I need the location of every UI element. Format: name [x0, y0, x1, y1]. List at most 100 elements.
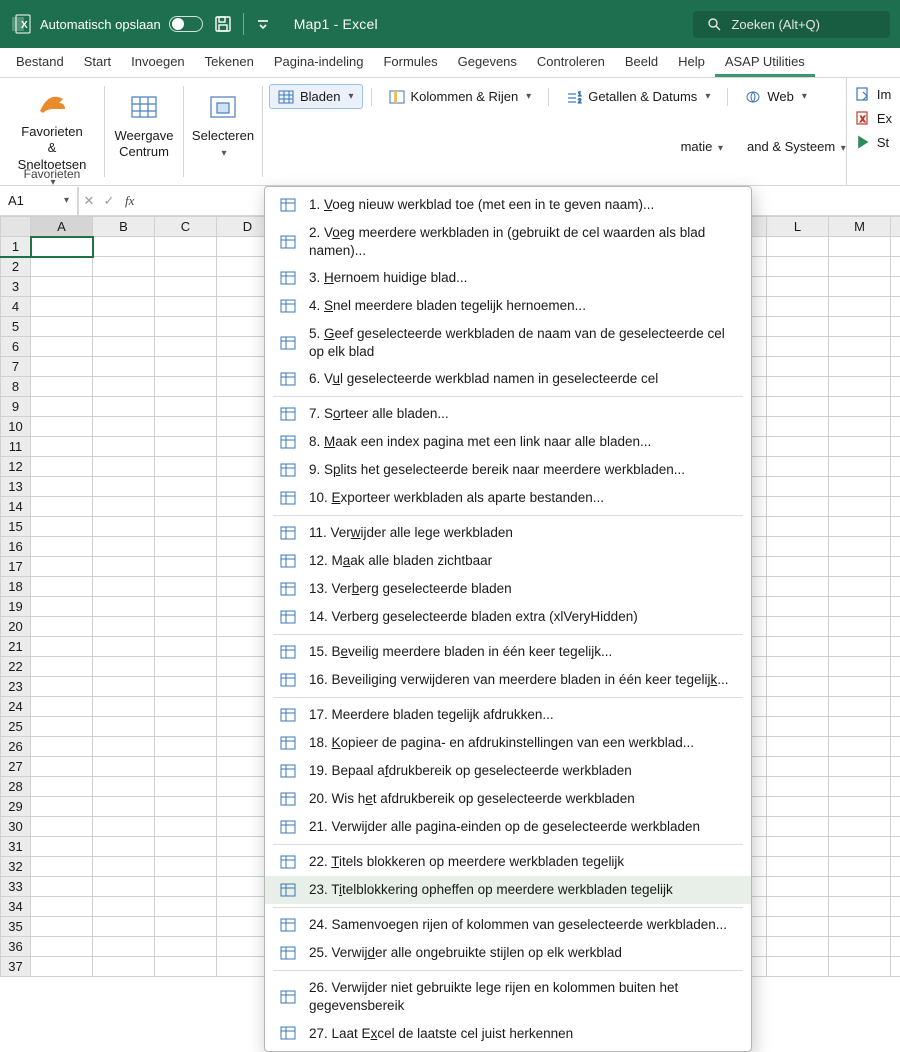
row-header-22[interactable]: 22: [1, 657, 31, 677]
cell[interactable]: [155, 697, 217, 717]
cell[interactable]: [891, 797, 900, 817]
select-all-corner[interactable]: [1, 217, 31, 237]
row-header-10[interactable]: 10: [1, 417, 31, 437]
cell[interactable]: [155, 677, 217, 697]
cell[interactable]: [891, 457, 900, 477]
row-header-23[interactable]: 23: [1, 677, 31, 697]
cell[interactable]: [829, 657, 891, 677]
cell[interactable]: [829, 297, 891, 317]
cell[interactable]: [829, 897, 891, 917]
cell[interactable]: [31, 797, 93, 817]
cell[interactable]: [93, 797, 155, 817]
tab-help[interactable]: Help: [668, 48, 715, 77]
cell[interactable]: [767, 497, 829, 517]
cell[interactable]: [891, 297, 900, 317]
menu-item-26[interactable]: 26. Verwijder niet gebruikte lege rijen …: [265, 974, 751, 1019]
cell[interactable]: [155, 537, 217, 557]
cell[interactable]: [31, 437, 93, 457]
cell[interactable]: [891, 917, 900, 937]
cell[interactable]: [155, 957, 217, 977]
cell[interactable]: [767, 737, 829, 757]
cell[interactable]: [31, 357, 93, 377]
menu-item-14[interactable]: 14. Verberg geselecteerde bladen extra (…: [265, 603, 751, 631]
cell[interactable]: [829, 937, 891, 957]
row-header-1[interactable]: 1: [1, 237, 31, 257]
cell[interactable]: [155, 277, 217, 297]
menu-item-25[interactable]: 25. Verwijder alle ongebruikte stijlen o…: [265, 939, 751, 967]
cell[interactable]: [31, 457, 93, 477]
tab-beeld[interactable]: Beeld: [615, 48, 668, 77]
row-header-36[interactable]: 36: [1, 937, 31, 957]
cell[interactable]: [767, 937, 829, 957]
menu-item-7[interactable]: 7. Sorteer alle bladen...: [265, 400, 751, 428]
cell[interactable]: [829, 257, 891, 277]
menu-item-4[interactable]: 4. Snel meerdere bladen tegelijk hernoem…: [265, 292, 751, 320]
menu-item-17[interactable]: 17. Meerdere bladen tegelijk afdrukken..…: [265, 701, 751, 729]
cell[interactable]: [829, 517, 891, 537]
menu-item-1[interactable]: 1. Voeg nieuw werkblad toe (met een in t…: [265, 191, 751, 219]
cell[interactable]: [829, 877, 891, 897]
web-button[interactable]: Web▾: [736, 84, 816, 109]
ribbon-right-item-1[interactable]: XEx: [851, 108, 896, 128]
cell[interactable]: [891, 497, 900, 517]
columns-rows-button[interactable]: Kolommen & Rijen▾: [380, 84, 541, 109]
cell[interactable]: [31, 257, 93, 277]
cell[interactable]: [93, 777, 155, 797]
cancel-formula-button[interactable]: ✕: [79, 193, 99, 209]
cell[interactable]: [767, 817, 829, 837]
menu-item-22[interactable]: 22. Titels blokkeren op meerdere werkbla…: [265, 848, 751, 876]
row-header-12[interactable]: 12: [1, 457, 31, 477]
row-header-33[interactable]: 33: [1, 877, 31, 897]
cell[interactable]: [155, 837, 217, 857]
row-header-15[interactable]: 15: [1, 517, 31, 537]
cell[interactable]: [891, 277, 900, 297]
cell[interactable]: [767, 277, 829, 297]
cell[interactable]: [31, 697, 93, 717]
cell[interactable]: [891, 877, 900, 897]
cell[interactable]: [31, 277, 93, 297]
cell[interactable]: [93, 537, 155, 557]
menu-item-3[interactable]: 3. Hernoem huidige blad...: [265, 264, 751, 292]
cell[interactable]: [155, 297, 217, 317]
cell[interactable]: [155, 717, 217, 737]
cell[interactable]: [767, 637, 829, 657]
cell[interactable]: [829, 837, 891, 857]
cell[interactable]: [155, 377, 217, 397]
cell[interactable]: [829, 437, 891, 457]
cell[interactable]: [93, 417, 155, 437]
cell[interactable]: [155, 237, 217, 257]
cell[interactable]: [155, 737, 217, 757]
cell[interactable]: [829, 617, 891, 637]
cell[interactable]: [155, 397, 217, 417]
save-button[interactable]: [211, 12, 235, 36]
cell[interactable]: [767, 597, 829, 617]
cell[interactable]: [31, 937, 93, 957]
tab-bestand[interactable]: Bestand: [6, 48, 74, 77]
cell[interactable]: [93, 597, 155, 617]
cell[interactable]: [93, 317, 155, 337]
cell[interactable]: [155, 457, 217, 477]
cell[interactable]: [31, 717, 93, 737]
cell[interactable]: [155, 797, 217, 817]
cell[interactable]: [155, 577, 217, 597]
menu-item-6[interactable]: 6. Vul geselecteerde werkblad namen in g…: [265, 365, 751, 393]
tab-invoegen[interactable]: Invoegen: [121, 48, 195, 77]
row-header-6[interactable]: 6: [1, 337, 31, 357]
cell[interactable]: [31, 677, 93, 697]
cell[interactable]: [93, 297, 155, 317]
cell[interactable]: [829, 497, 891, 517]
cell[interactable]: [31, 537, 93, 557]
cell[interactable]: [891, 257, 900, 277]
col-header-M[interactable]: M: [829, 217, 891, 237]
cell[interactable]: [767, 437, 829, 457]
cell[interactable]: [891, 437, 900, 457]
view-center-button[interactable]: WeergaveCentrum: [109, 86, 180, 165]
confirm-formula-button[interactable]: ✓: [99, 193, 119, 209]
row-header-31[interactable]: 31: [1, 837, 31, 857]
cell[interactable]: [767, 677, 829, 697]
cell[interactable]: [93, 717, 155, 737]
cell[interactable]: [155, 557, 217, 577]
cell[interactable]: [31, 557, 93, 577]
cell[interactable]: [31, 877, 93, 897]
menu-item-5[interactable]: 5. Geef geselecteerde werkbladen de naam…: [265, 320, 751, 365]
